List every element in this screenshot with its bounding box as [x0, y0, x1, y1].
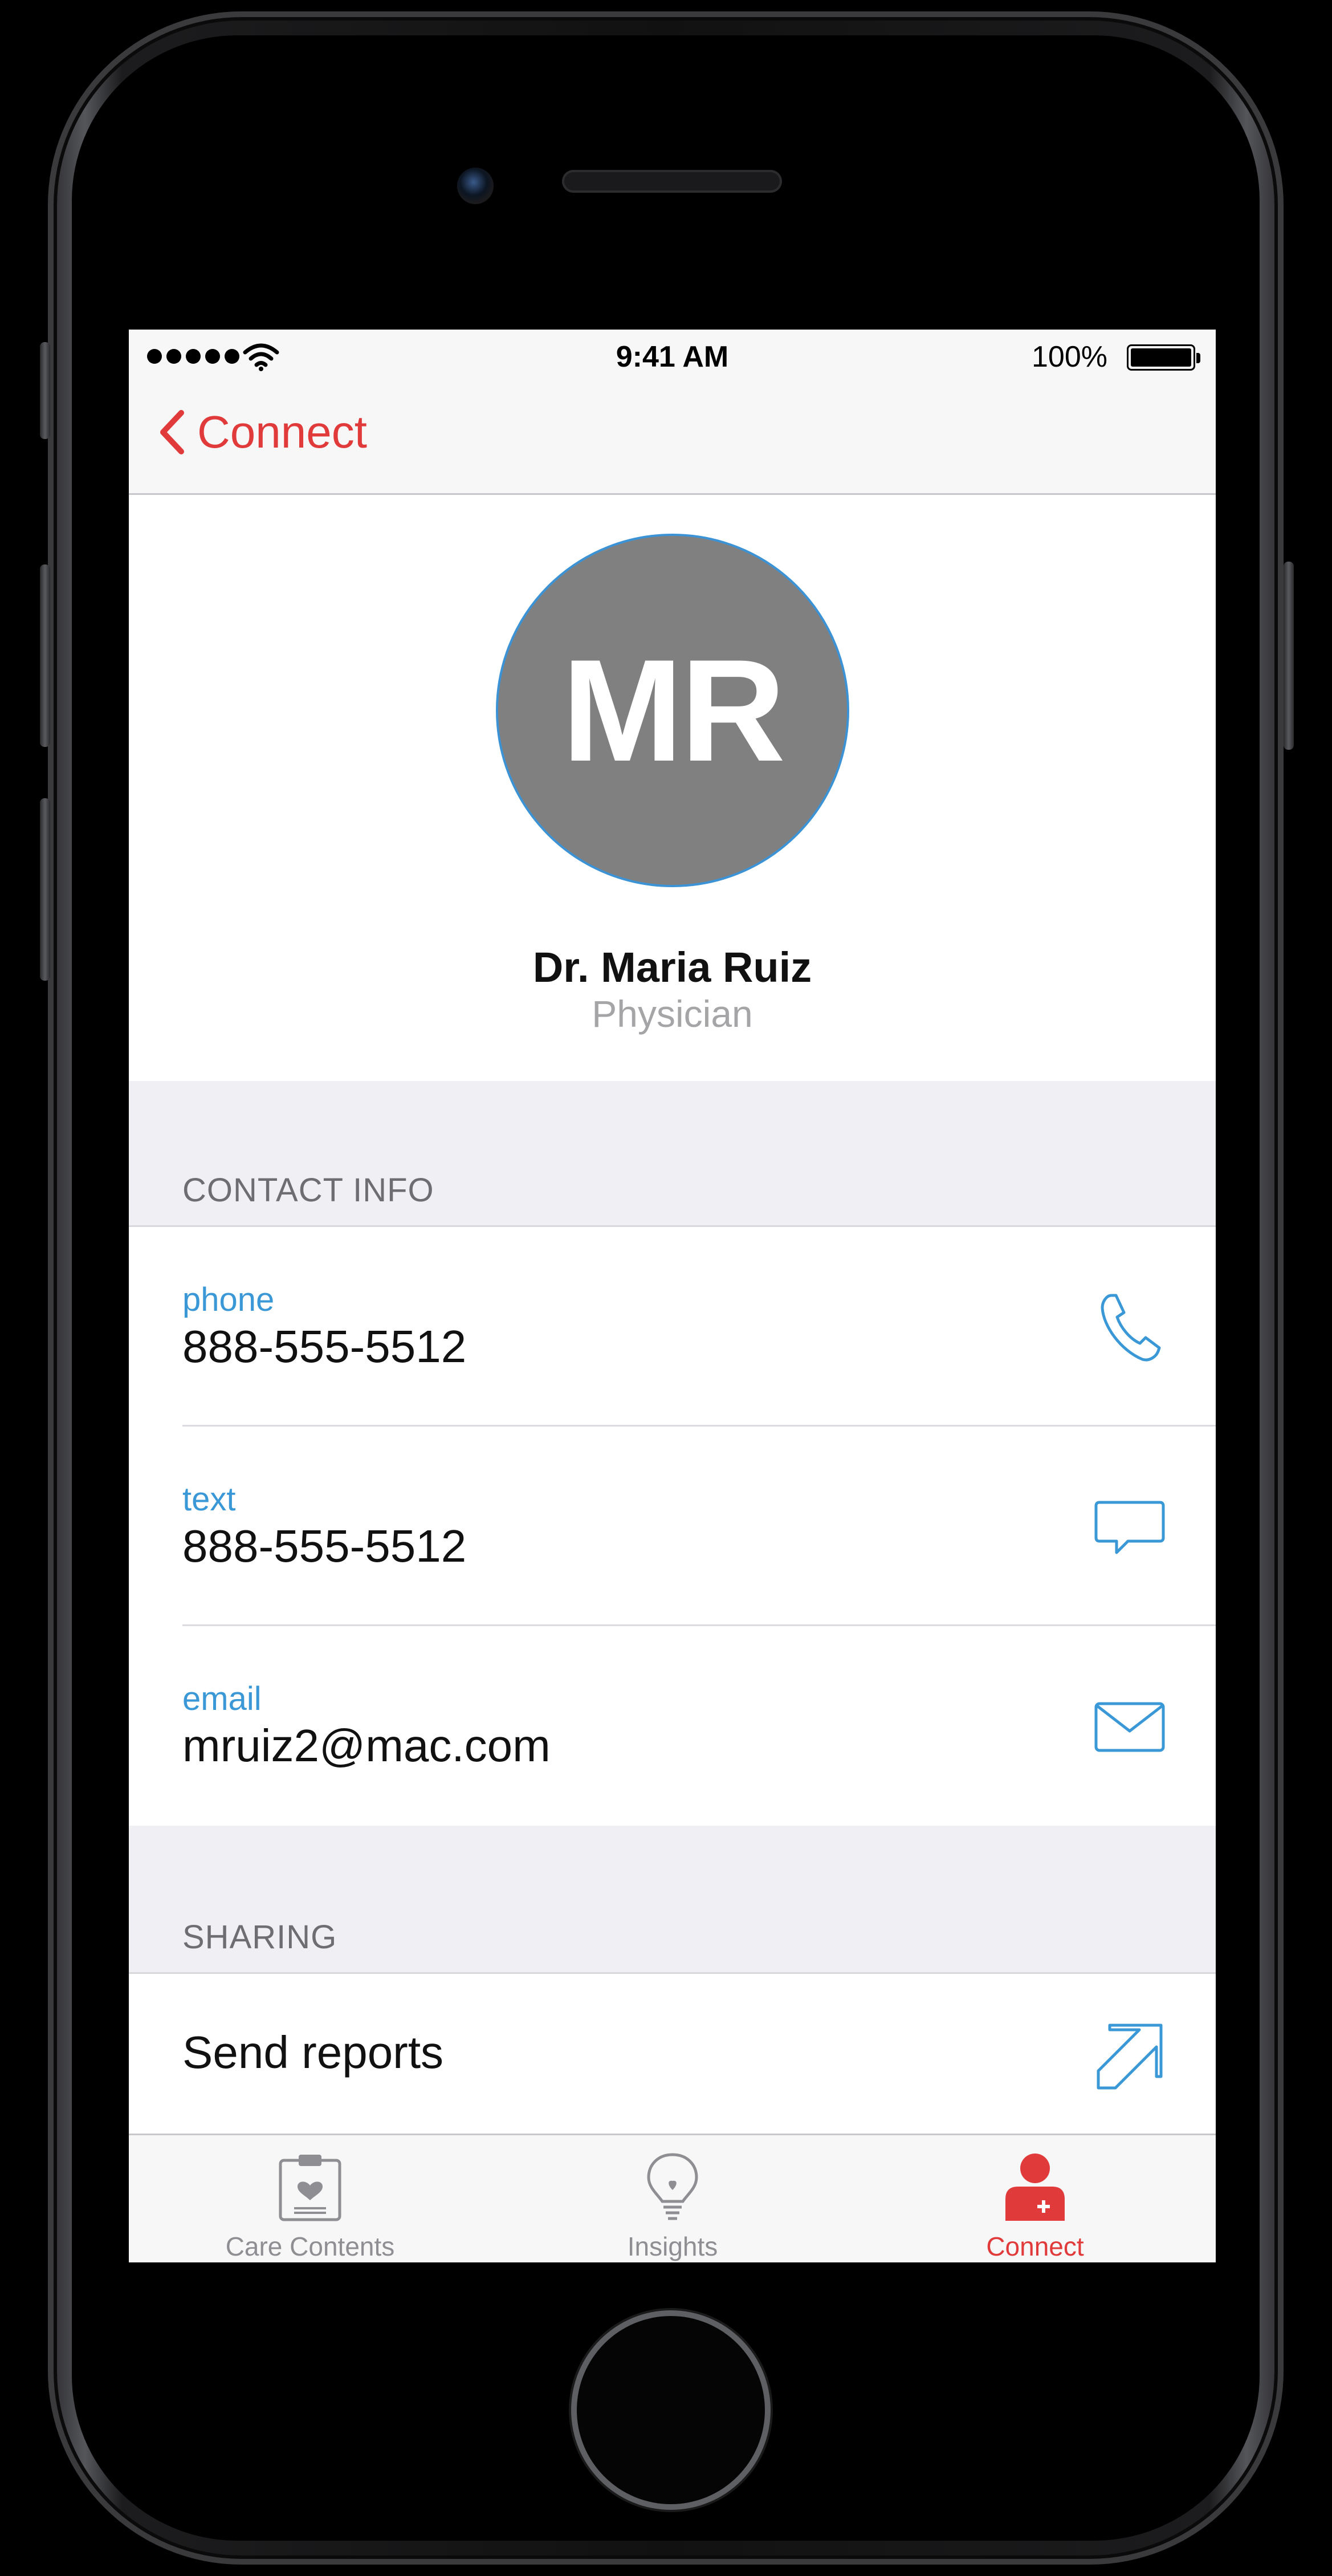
power-button	[1284, 562, 1294, 750]
back-button-label: Connect	[197, 407, 367, 457]
clipboard-heart-icon	[279, 2155, 341, 2221]
earpiece-speaker	[562, 170, 782, 193]
section-header-sharing: SHARING	[129, 1826, 1216, 1974]
chevron-left-icon	[160, 410, 184, 454]
tab-label: Care Contents	[225, 2232, 395, 2261]
contact-row-label: phone	[182, 1281, 275, 1318]
lightbulb-icon	[647, 2153, 698, 2220]
mute-switch	[40, 342, 50, 439]
contact-row-value: 888-555-5512	[182, 1321, 467, 1372]
section-title: SHARING	[182, 1919, 337, 1956]
tab-label: Connect	[986, 2232, 1084, 2261]
screen: 9:41 AM 100% Connect MR Dr. Maria Ruiz P…	[129, 330, 1216, 2262]
envelope-icon[interactable]	[1093, 1690, 1167, 1764]
contact-row-phone[interactable]: phone 888-555-5512	[129, 1227, 1216, 1427]
status-bar: 9:41 AM 100%	[129, 330, 1216, 384]
section-title: CONTACT INFO	[182, 1172, 434, 1209]
back-button[interactable]: Connect	[158, 406, 367, 458]
tab-bar: Care Contents Insights Connect	[129, 2134, 1216, 2262]
tab-care-contents[interactable]: Care Contents	[168, 2135, 453, 2262]
tab-connect[interactable]: Connect	[893, 2135, 1178, 2262]
navigation-bar: Connect	[129, 384, 1216, 495]
arrow-up-right-icon[interactable]	[1093, 2020, 1167, 2094]
home-button[interactable]	[577, 2316, 765, 2504]
avatar: MR	[496, 534, 849, 887]
battery-percentage: 100%	[1032, 340, 1107, 373]
volume-down-button	[40, 798, 50, 981]
contact-row-value: mruiz2@mac.com	[182, 1720, 551, 1771]
front-camera	[457, 168, 494, 204]
battery-full-icon	[1127, 344, 1200, 371]
contact-row-email[interactable]: email mruiz2@mac.com	[129, 1626, 1216, 1826]
profile-header: MR Dr. Maria Ruiz Physician	[129, 495, 1216, 1081]
contact-row-value: 888-555-5512	[182, 1521, 467, 1571]
contact-row-text[interactable]: text 888-555-5512	[129, 1427, 1216, 1626]
contact-name: Dr. Maria Ruiz	[532, 944, 812, 991]
contact-row-label: email	[182, 1680, 262, 1717]
contact-role: Physician	[592, 993, 753, 1035]
message-bubble-icon[interactable]	[1093, 1490, 1167, 1565]
volume-up-button	[40, 564, 50, 747]
phone-icon[interactable]	[1093, 1291, 1167, 1365]
send-reports-label: Send reports	[182, 2027, 444, 2078]
person-connect-icon	[1005, 2154, 1065, 2221]
section-header-contact-info: CONTACT INFO	[129, 1081, 1216, 1227]
send-reports-row[interactable]: Send reports	[129, 1974, 1216, 2134]
tab-label: Insights	[627, 2232, 718, 2261]
tab-insights[interactable]: Insights	[530, 2135, 815, 2262]
contact-row-label: text	[182, 1481, 236, 1518]
